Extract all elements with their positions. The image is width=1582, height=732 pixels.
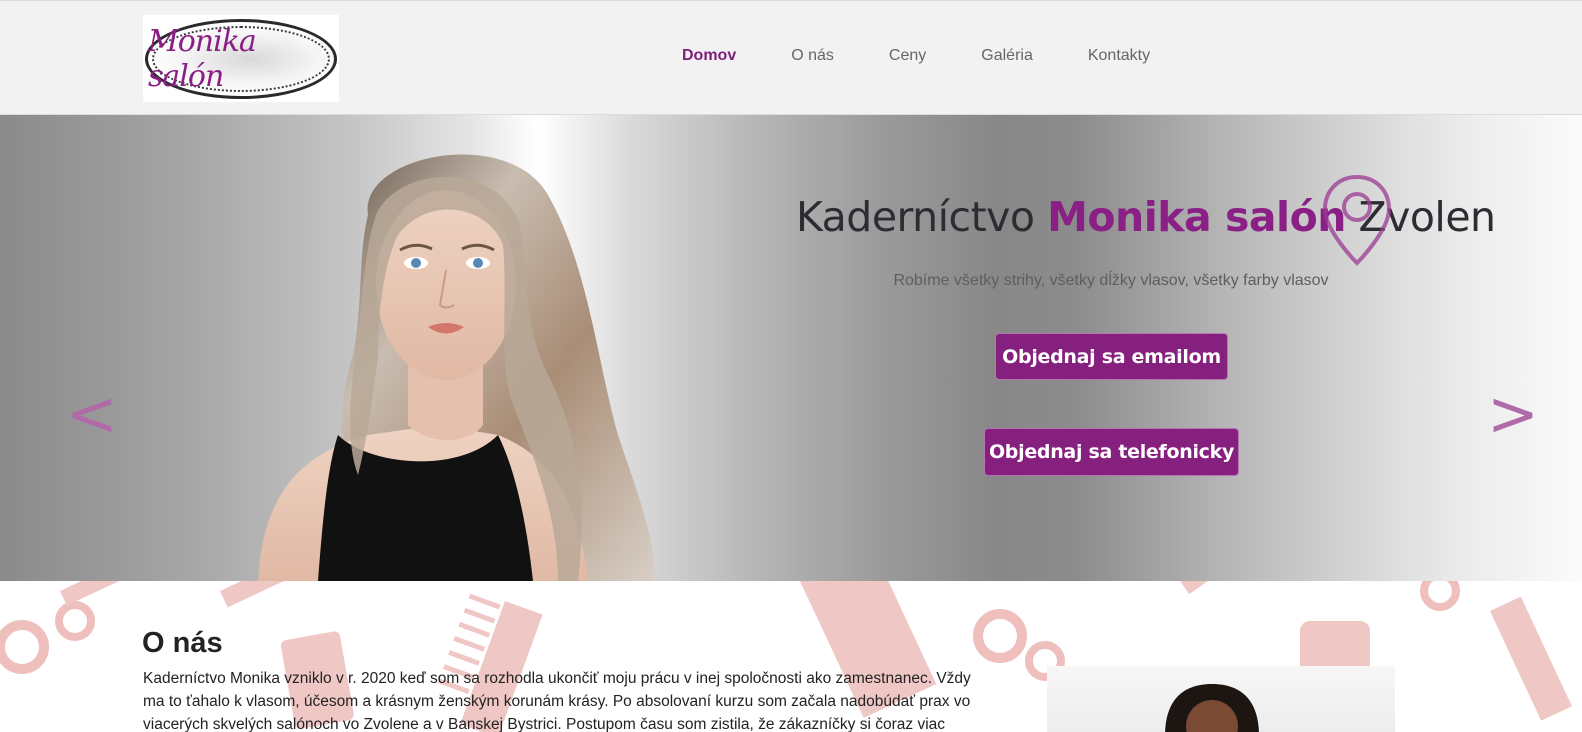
- about-section: O nás Kaderníctvo Monika vzniklo v r. 20…: [0, 581, 1582, 732]
- nav-item-kontakty[interactable]: Kontakty: [1088, 47, 1150, 65]
- about-photo: [1047, 666, 1395, 732]
- chevron-left-icon: <: [66, 377, 118, 450]
- main-nav: Domov O nás Ceny Galéria Kontakty: [682, 47, 1205, 65]
- carousel-prev-button[interactable]: <: [66, 383, 118, 445]
- hero-subtitle: Robíme všetky strihy, všetky dĺžky vlaso…: [893, 272, 1329, 289]
- nav-item-ceny[interactable]: Ceny: [889, 47, 926, 65]
- nav-item-domov[interactable]: Domov: [682, 47, 736, 65]
- chevron-right-icon: >: [1487, 377, 1539, 450]
- hero-model-image: [258, 154, 654, 581]
- location-pin-icon: [1322, 174, 1392, 266]
- about-title: O nás: [142, 627, 223, 659]
- order-email-button[interactable]: Objednaj sa emailom: [995, 333, 1228, 380]
- order-phone-button[interactable]: Objednaj sa telefonicky: [984, 428, 1239, 476]
- nav-item-o-nas[interactable]: O nás: [791, 47, 834, 65]
- top-navbar: Monika salón Domov O nás Ceny Galéria Ko…: [0, 0, 1582, 115]
- about-text: Kaderníctvo Monika vzniklo v r. 2020 keď…: [143, 670, 971, 732]
- hero-carousel: Kaderníctvo Monika salón Zvolen Robíme v…: [0, 115, 1582, 581]
- nav-item-galeria[interactable]: Galéria: [981, 47, 1033, 65]
- hero-title-prefix: Kaderníctvo: [796, 193, 1048, 241]
- carousel-next-button[interactable]: >: [1487, 383, 1539, 445]
- logo-oval: Monika salón: [145, 18, 337, 99]
- logo[interactable]: Monika salón: [143, 15, 339, 102]
- logo-text: Monika salón: [148, 23, 257, 94]
- about-photo-portrait: [1165, 684, 1259, 732]
- hero-title-brand: Monika salón: [1047, 193, 1346, 241]
